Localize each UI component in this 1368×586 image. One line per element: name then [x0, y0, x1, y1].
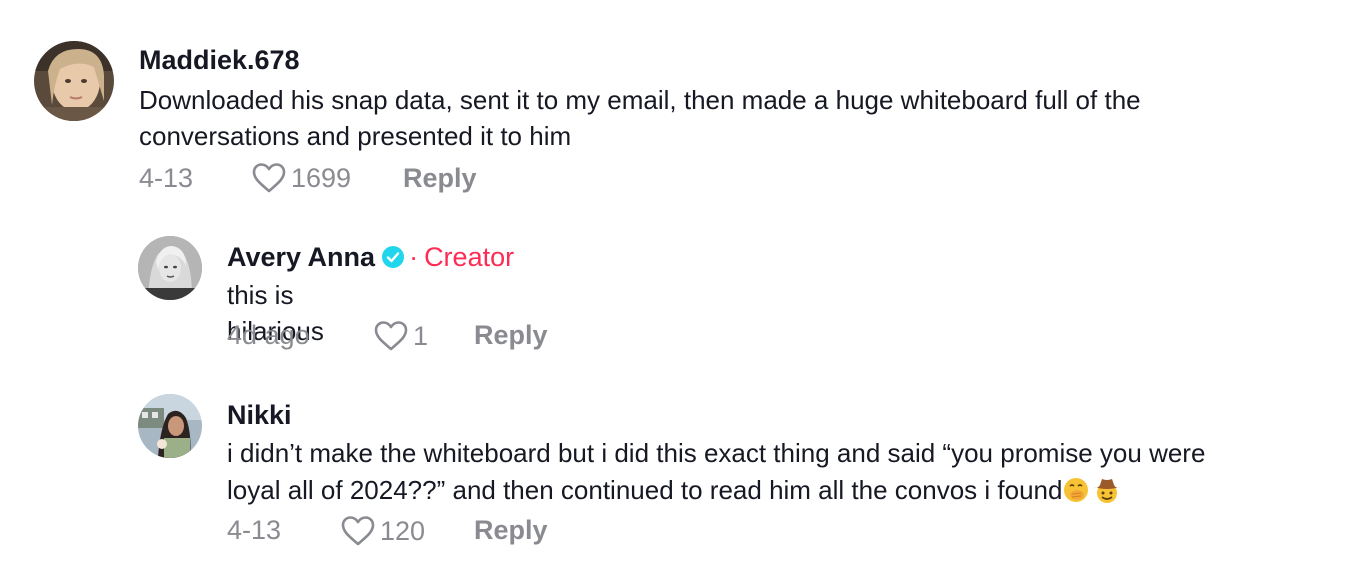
username[interactable]: Maddiek.678	[139, 44, 300, 76]
comment-date: 4d ago	[227, 320, 310, 350]
creator-label: Creator	[424, 242, 515, 272]
comment-date: 4-13	[227, 515, 282, 545]
cowboy-hat-face-icon	[1094, 479, 1121, 504]
separator-dot: ·	[409, 242, 419, 272]
avatar[interactable]	[138, 236, 202, 300]
username[interactable]: Avery Anna	[227, 242, 375, 272]
comment-text-line-1: i didn’t make the whiteboard but i did t…	[227, 438, 1206, 468]
like-button[interactable]: 120	[340, 515, 425, 547]
comment-date: 4-13	[139, 163, 194, 193]
profile-photo-icon	[34, 41, 114, 121]
comment-text: Downloaded his snap data, sent it to my …	[139, 85, 1141, 151]
comment-text-line-2: loyal all of 2024??” and then continued …	[227, 475, 1063, 505]
heart-icon	[374, 321, 408, 351]
username-row: Avery Anna · Creator	[227, 241, 514, 273]
reply-button[interactable]: Reply	[403, 162, 477, 194]
face-with-hand-over-mouth-icon	[1064, 478, 1089, 503]
like-count: 1	[413, 321, 429, 351]
like-count: 1699	[291, 163, 352, 193]
verified-badge-icon	[382, 245, 405, 268]
avatar[interactable]	[34, 41, 114, 121]
reply-button[interactable]: Reply	[474, 319, 548, 351]
like-button[interactable]: 1	[373, 320, 428, 352]
like-button[interactable]: 1699	[251, 162, 351, 194]
comment-text-line-2-row: loyal all of 2024??” and then continued …	[227, 472, 1122, 508]
profile-photo-icon	[138, 236, 202, 300]
username[interactable]: Nikki	[227, 399, 292, 431]
reply-button[interactable]: Reply	[474, 514, 548, 546]
avatar[interactable]	[138, 394, 202, 458]
heart-icon	[252, 163, 286, 193]
like-count: 120	[380, 516, 426, 546]
profile-photo-icon	[138, 394, 202, 458]
heart-icon	[341, 516, 375, 546]
